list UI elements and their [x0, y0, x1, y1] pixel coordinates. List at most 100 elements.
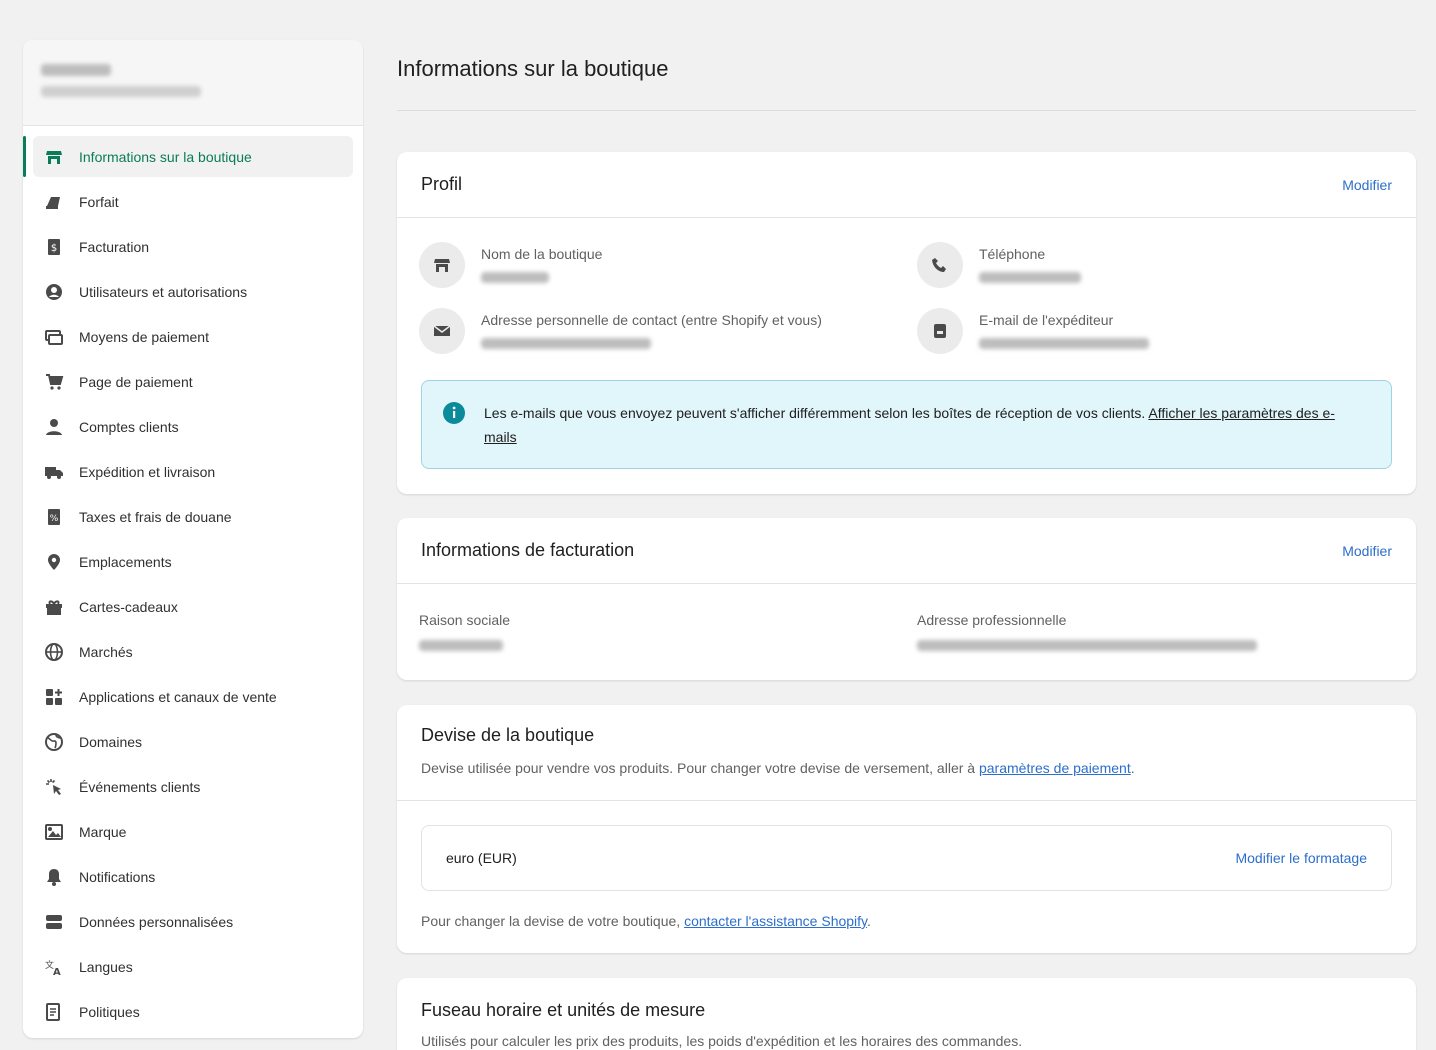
- currency-value: euro (EUR): [446, 850, 517, 866]
- edit-formatting-link[interactable]: Modifier le formatage: [1235, 850, 1367, 866]
- policy-icon: [43, 1001, 65, 1023]
- currency-value-box: euro (EUR) Modifier le formatage: [421, 825, 1392, 891]
- profile-fields: Nom de la boutique Téléphone Adresse per…: [397, 218, 1416, 378]
- sidebar-item-label: Facturation: [79, 238, 150, 255]
- location-icon: [43, 551, 65, 573]
- sidebar-item-donnees-personnalisees[interactable]: Données personnalisées: [33, 901, 353, 942]
- sender-email-label: E-mail de l'expéditeur: [979, 312, 1114, 328]
- plan-icon: [43, 191, 65, 213]
- info-icon: [443, 402, 465, 424]
- timezone-card: Fuseau horaire et unités de mesure Utili…: [397, 978, 1416, 1050]
- sidebar-item-politiques[interactable]: Politiques: [33, 991, 353, 1032]
- sender-email-value-blurred: [979, 338, 1149, 349]
- sidebar-item-forfait[interactable]: Forfait: [33, 181, 353, 222]
- sidebar-item-label: Domaines: [79, 733, 143, 750]
- email-info-banner: Les e-mails que vous envoyez peuvent s'a…: [421, 380, 1392, 469]
- billing-fields: Raison sociale Adresse professionnelle: [397, 584, 1416, 680]
- billing-card-header: Informations de facturation Modifier: [397, 518, 1416, 584]
- contact-email-field: Adresse personnelle de contact (entre Sh…: [419, 308, 822, 354]
- sidebar-item-marches[interactable]: Marchés: [33, 631, 353, 672]
- currency-sub-text: Devise utilisée pour vendre vos produits…: [421, 760, 979, 776]
- sidebar-item-page-de-paiement[interactable]: Page de paiement: [33, 361, 353, 402]
- address-label: Adresse professionnelle: [917, 612, 1067, 628]
- sidebar-item-cartes-cadeaux[interactable]: Cartes-cadeaux: [33, 586, 353, 627]
- billing-edit-link[interactable]: Modifier: [1342, 543, 1392, 559]
- sidebar-item-utilisateurs-et-autorisations[interactable]: Utilisateurs et autorisations: [33, 271, 353, 312]
- store-url-blurred: [41, 86, 201, 97]
- profile-title: Profil: [421, 174, 463, 194]
- store-icon: [419, 242, 465, 288]
- store-header[interactable]: [23, 40, 363, 126]
- user-circle-icon: [43, 281, 65, 303]
- timezone-card-header: Fuseau horaire et unités de mesure Utili…: [397, 978, 1416, 1049]
- sidebar-item-facturation[interactable]: $ Facturation: [33, 226, 353, 267]
- sidebar-item-evenements-clients[interactable]: Événements clients: [33, 766, 353, 807]
- globe-icon: [43, 641, 65, 663]
- currency-note: Pour changer la devise de votre boutique…: [421, 913, 1392, 929]
- sidebar-item-label: Utilisateurs et autorisations: [79, 283, 248, 300]
- currency-card-header: Devise de la boutique Devise utilisée po…: [397, 705, 1416, 801]
- brand-icon: [43, 821, 65, 843]
- sidebar-item-langues[interactable]: 文 A Langues: [33, 946, 353, 987]
- sidebar-item-label: Applications et canaux de vente: [79, 688, 277, 705]
- sidebar-item-taxes-et-frais-de-douane[interactable]: % Taxes et frais de douane: [33, 496, 353, 537]
- sidebar-item-label: Données personnalisées: [79, 913, 234, 930]
- bell-icon: [43, 866, 65, 888]
- svg-text:$: $: [51, 243, 57, 254]
- company-label: Raison sociale: [419, 612, 511, 628]
- page-title: Informations sur la boutique: [397, 56, 669, 81]
- address-value-blurred: [917, 640, 1257, 651]
- phone-label: Téléphone: [979, 246, 1046, 262]
- profile-edit-link[interactable]: Modifier: [1342, 177, 1392, 193]
- payment-icon: [43, 326, 65, 348]
- sidebar-item-marque[interactable]: Marque: [33, 811, 353, 852]
- store-name-blurred: [41, 64, 111, 76]
- sidebar-item-moyens-de-paiement[interactable]: Moyens de paiement: [33, 316, 353, 357]
- payment-settings-link[interactable]: paramètres de paiement: [979, 760, 1131, 776]
- sidebar-item-domaines[interactable]: Domaines: [33, 721, 353, 762]
- sidebar-item-label: Marque: [79, 823, 127, 840]
- store-icon: [43, 146, 65, 168]
- banner-text: Les e-mails que vous envoyez peuvent s'a…: [484, 405, 1149, 421]
- sidebar-item-label: Emplacements: [79, 553, 172, 570]
- sidebar-item-comptes-clients[interactable]: Comptes clients: [33, 406, 353, 447]
- gift-icon: [43, 596, 65, 618]
- sidebar-item-expedition-et-livraison[interactable]: Expédition et livraison: [33, 451, 353, 492]
- tax-icon: %: [43, 506, 65, 528]
- timezone-subtitle: Utilisés pour calculer les prix des prod…: [421, 1033, 1023, 1049]
- main-content: Informations sur la boutique: [397, 40, 1416, 111]
- currency-note-end: .: [867, 913, 871, 929]
- sidebar-item-informations-sur-la-boutique[interactable]: Informations sur la boutique: [23, 136, 353, 177]
- sidebar-item-notifications[interactable]: Notifications: [33, 856, 353, 897]
- timezone-title: Fuseau horaire et unités de mesure: [421, 1000, 706, 1020]
- sidebar-item-label: Événements clients: [79, 778, 201, 795]
- sidebar-item-emplacements[interactable]: Emplacements: [33, 541, 353, 582]
- store-name-label: Nom de la boutique: [481, 246, 603, 262]
- truck-icon: [43, 461, 65, 483]
- billing-icon: $: [43, 236, 65, 258]
- settings-sidebar: Informations sur la boutique Forfait $ Fact…: [23, 40, 363, 1038]
- domain-globe-icon: [43, 731, 65, 753]
- phone-value-blurred: [979, 272, 1081, 283]
- billing-title: Informations de facturation: [421, 540, 635, 560]
- cursor-click-icon: [43, 776, 65, 798]
- settings-nav: Informations sur la boutique Forfait $ Fact…: [23, 126, 363, 1032]
- database-icon: [43, 911, 65, 933]
- company-value-blurred: [419, 640, 503, 651]
- billing-card: Informations de facturation Modifier Rai…: [397, 518, 1416, 680]
- language-icon: 文A: [43, 956, 65, 978]
- phone-icon: [917, 242, 963, 288]
- sidebar-item-applications-et-canaux-de-vente[interactable]: Applications et canaux de vente: [33, 676, 353, 717]
- title-divider: [397, 110, 1416, 111]
- contact-support-link[interactable]: contacter l'assistance Shopify: [684, 913, 867, 929]
- sidebar-item-label: Politiques: [79, 1003, 140, 1020]
- sidebar-item-label: Moyens de paiement: [79, 328, 209, 345]
- svg-text:A: A: [53, 967, 61, 977]
- profile-card-header: Profil Modifier: [397, 152, 1416, 218]
- sidebar-item-label: Expédition et livraison: [79, 463, 216, 480]
- person-icon: [43, 416, 65, 438]
- currency-note-text: Pour changer la devise de votre boutique…: [421, 913, 685, 929]
- phone-field: Téléphone: [917, 242, 1081, 288]
- svg-text:%: %: [50, 514, 59, 524]
- address-field: Adresse professionnelle: [917, 612, 1257, 651]
